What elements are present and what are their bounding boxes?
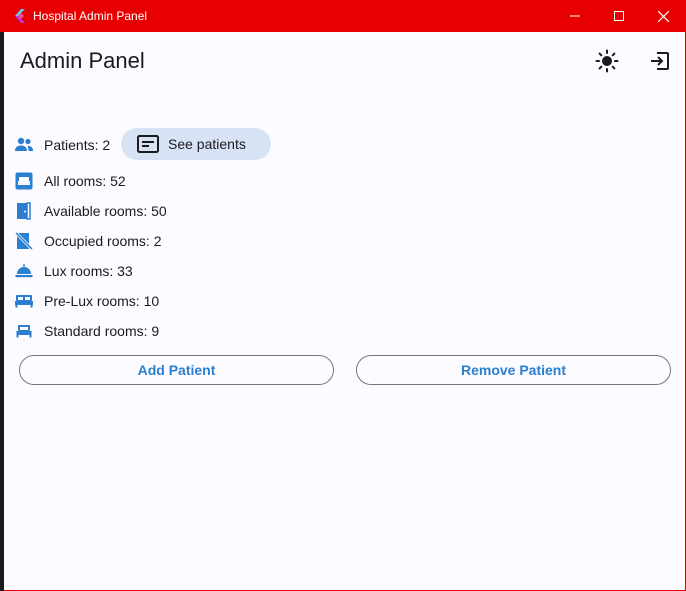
door-closed-icon <box>14 231 34 251</box>
bed-icon <box>14 171 34 191</box>
flutter-app-icon <box>12 8 28 24</box>
door-open-icon <box>14 201 34 221</box>
stat-label: Occupied rooms: 2 <box>44 233 162 249</box>
theme-toggle-button[interactable] <box>589 43 625 79</box>
stat-row-lux-rooms: Lux rooms: 33 <box>14 260 133 282</box>
minimize-button[interactable] <box>552 0 598 32</box>
stat-row-standard-rooms: Standard rooms: 9 <box>14 320 159 342</box>
patients-count: Patients: 2 <box>44 137 111 153</box>
room-service-icon <box>14 261 34 281</box>
close-button[interactable] <box>640 0 686 32</box>
king-bed-icon <box>14 291 34 311</box>
stat-row-all-rooms: All rooms: 52 <box>14 170 126 192</box>
app-window: Hospital Admin Panel Admin Panel Patient… <box>0 0 686 591</box>
people-icon <box>14 135 34 155</box>
stat-label: Standard rooms: 9 <box>44 323 160 339</box>
window-title: Hospital Admin Panel <box>33 9 148 23</box>
see-patients-label: See patients <box>168 136 246 152</box>
patients-row: Patients: 2 <box>14 134 110 156</box>
card-icon <box>137 134 159 154</box>
logout-button[interactable] <box>642 43 678 79</box>
see-patients-button[interactable]: See patients <box>121 128 271 160</box>
stat-label: Pre-Lux rooms: 10 <box>44 293 160 309</box>
single-bed-icon <box>14 321 34 341</box>
logout-icon <box>651 52 669 70</box>
stat-row-pre-lux-rooms: Pre-Lux rooms: 10 <box>14 290 159 312</box>
page-title: Admin Panel <box>20 48 145 73</box>
add-patient-button[interactable]: Add Patient <box>19 355 334 385</box>
maximize-button[interactable] <box>596 0 642 32</box>
remove-patient-button[interactable]: Remove Patient <box>356 355 671 385</box>
title-bar[interactable]: Hospital Admin Panel <box>0 0 686 32</box>
stat-label: All rooms: 52 <box>44 173 126 189</box>
client-area: Admin Panel Patients: 2 See patients All… <box>4 32 685 590</box>
stat-label: Lux rooms: 33 <box>44 263 133 279</box>
stat-label: Available rooms: 50 <box>44 203 167 219</box>
maximize-icon <box>614 11 624 21</box>
stat-row-occupied-rooms: Occupied rooms: 2 <box>14 230 162 252</box>
close-icon <box>657 10 669 22</box>
sun-icon <box>595 49 619 73</box>
stat-row-available-rooms: Available rooms: 50 <box>14 200 167 222</box>
minimize-icon <box>570 15 580 17</box>
